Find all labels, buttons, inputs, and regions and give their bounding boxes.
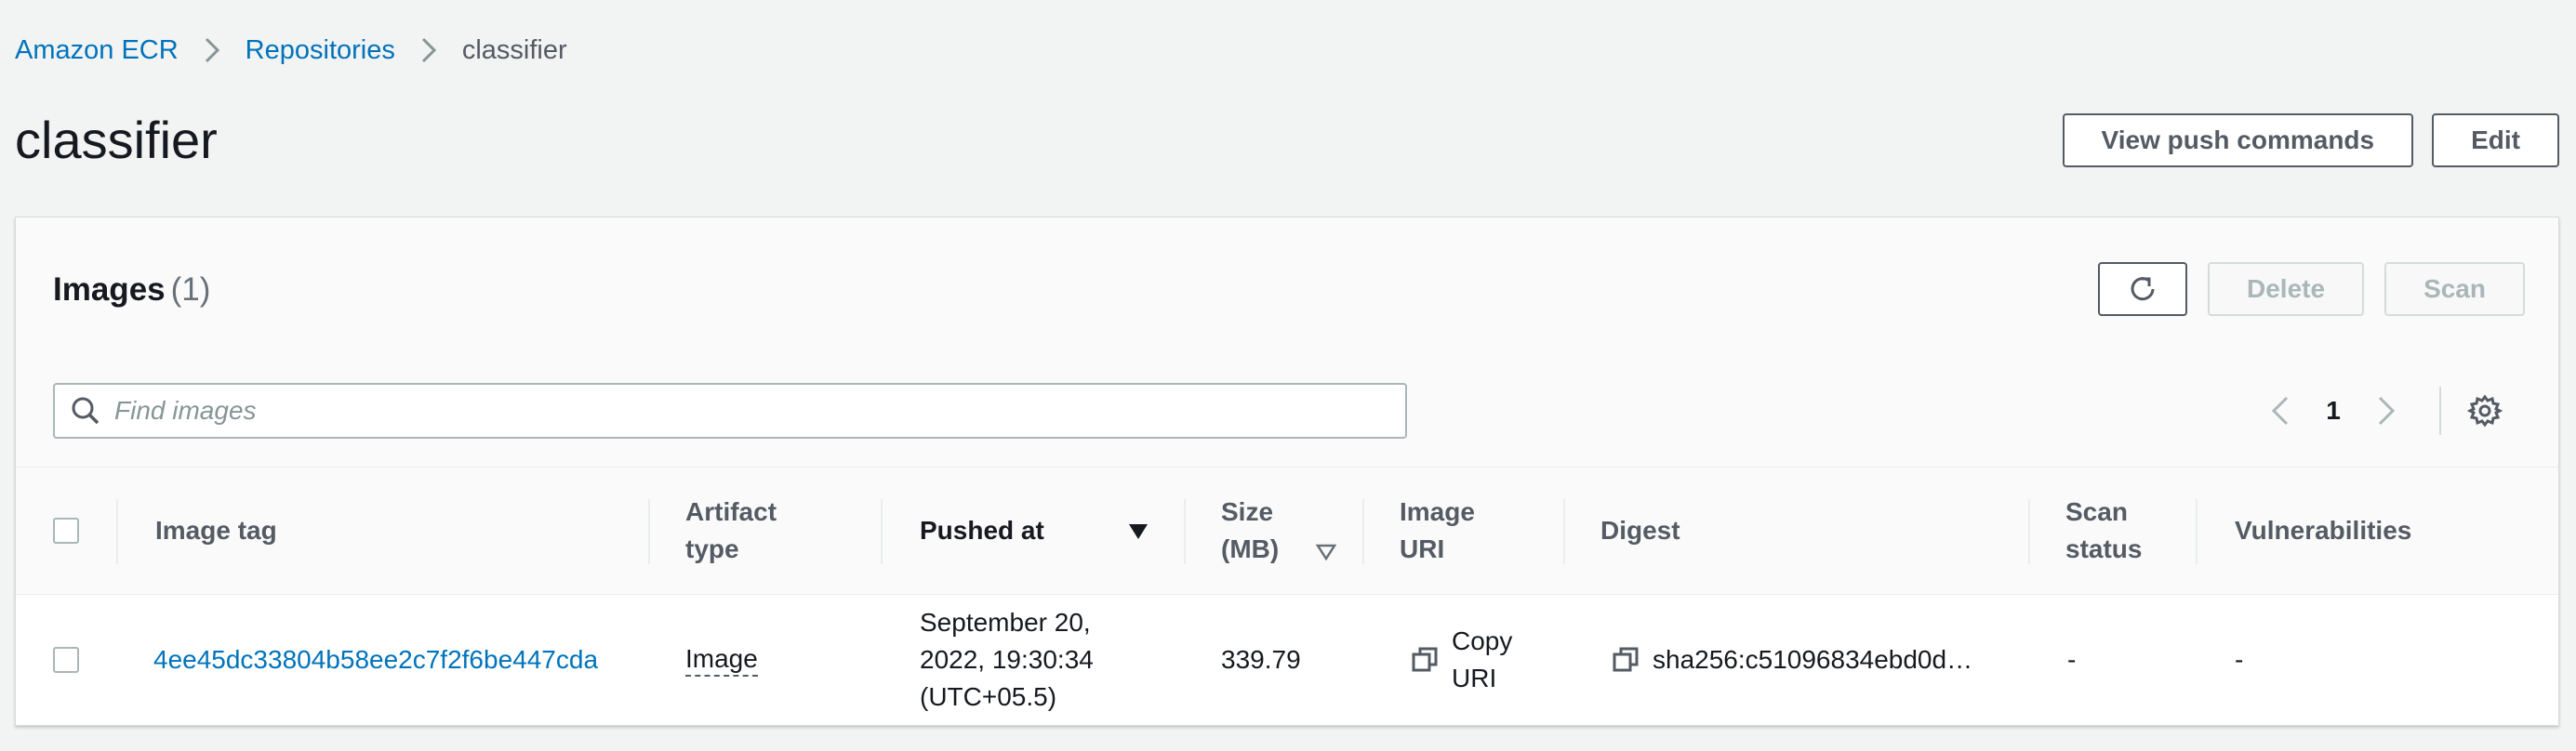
select-all-checkbox[interactable] [53, 518, 79, 544]
header-image-tag-label: Image tag [155, 516, 277, 545]
select-all-cell [53, 468, 79, 594]
header-artifact-type-line2: type [685, 534, 739, 563]
copy-uri-line1: Copy [1452, 626, 1513, 655]
column-divider [1563, 499, 1565, 564]
pushed-at-line1: September 20, [920, 608, 1091, 637]
size-value: 339.79 [1221, 645, 1301, 674]
image-tag-link[interactable]: 4ee45dc33804b58ee2c7f2f6be447cda [153, 595, 598, 725]
table-row: 4ee45dc33804b58ee2c7f2f6be447cda Image S… [16, 595, 2558, 725]
column-divider [1362, 499, 1364, 564]
header-vulnerabilities-label: Vulnerabilities [2235, 516, 2412, 545]
column-divider [648, 499, 650, 564]
row-select-cell [53, 595, 79, 725]
chevron-right-icon [395, 36, 462, 64]
header-image-uri-line1: Image [1400, 497, 1475, 526]
breadcrumb-current: classifier [461, 34, 567, 65]
header-scan-status: Scan status [2065, 468, 2142, 594]
view-push-commands-button[interactable]: View push commands [2062, 113, 2414, 167]
search-icon [72, 397, 100, 425]
panel-title-text: Images [53, 271, 166, 308]
delete-button[interactable]: Delete [2208, 262, 2365, 316]
header-digest: Digest [1600, 468, 1680, 594]
chevron-left-icon [2271, 396, 2289, 426]
header-image-uri: Image URI [1400, 468, 1475, 594]
breadcrumb: Amazon ECR Repositories classifier [15, 32, 567, 69]
panel-title: Images (1) [53, 271, 210, 309]
breadcrumb-repositories[interactable]: Repositories [246, 35, 395, 66]
sort-descending-icon[interactable] [1128, 523, 1149, 540]
header-scan-status-line2: status [2065, 534, 2143, 563]
pushed-at-cell: September 20, 2022, 19:30:34 (UTC+05.5) [920, 595, 1094, 725]
header-size-line1: Size [1221, 497, 1274, 526]
page-number[interactable]: 1 [2307, 396, 2359, 426]
scan-button[interactable]: Scan [2384, 262, 2525, 316]
sort-neutral-icon[interactable] [1316, 544, 1336, 560]
table-header: Image tag Artifact type Pushed at Size (… [16, 467, 2558, 595]
column-divider [2028, 499, 2030, 564]
copy-uri-button[interactable]: Copy URI [1411, 595, 1512, 725]
column-divider [2196, 499, 2198, 564]
refresh-button[interactable] [2098, 262, 2188, 316]
column-divider [116, 499, 118, 564]
header-vulnerabilities: Vulnerabilities [2235, 468, 2411, 594]
pushed-at-line2: 2022, 19:30:34 [920, 645, 1094, 674]
images-panel: Images(1) Delete Scan 1 [15, 217, 2559, 726]
edit-button[interactable]: Edit [2432, 113, 2559, 167]
chevron-right-icon [2378, 396, 2396, 426]
copy-icon [1412, 647, 1438, 672]
header-artifact-type[interactable]: Artifact type [685, 468, 777, 594]
image-count: (1) [170, 271, 211, 308]
artifact-type-cell: Image [685, 595, 758, 725]
header-digest-label: Digest [1600, 516, 1680, 545]
header-image-tag[interactable]: Image tag [155, 468, 277, 594]
refresh-icon [2131, 277, 2155, 301]
chevron-right-icon [179, 36, 246, 64]
pager-divider [2439, 387, 2441, 435]
artifact-type-value[interactable]: Image [685, 643, 758, 677]
gear-icon[interactable] [2467, 393, 2503, 428]
header-size-line2: (MB) [1221, 534, 1280, 563]
header-pushed-at-label: Pushed at [920, 516, 1044, 545]
row-checkbox[interactable] [53, 647, 79, 673]
copy-uri-line2: URI [1452, 664, 1497, 692]
digest-value: sha256:c51096834ebd0d… [1653, 645, 1973, 674]
prev-page-button[interactable] [2253, 395, 2307, 427]
digest-cell: sha256:c51096834ebd0d… [1612, 595, 1972, 725]
page-title: classifier [15, 111, 218, 169]
pushed-at-line3: (UTC+05.5) [920, 682, 1057, 711]
header-actions: View push commands Edit [2062, 113, 2559, 167]
search-input[interactable] [114, 396, 1370, 426]
breadcrumb-amazon-ecr[interactable]: Amazon ECR [15, 35, 179, 66]
panel-actions: Delete Scan [2098, 262, 2525, 316]
next-page-button[interactable] [2359, 395, 2413, 427]
vulnerabilities-value: - [2235, 645, 2244, 674]
header-image-uri-line2: URI [1400, 534, 1445, 563]
pagination: 1 [2253, 387, 2503, 435]
scan-status-value: - [2067, 645, 2077, 674]
header-size[interactable]: Size (MB) [1221, 468, 1279, 594]
copy-digest-icon[interactable] [1612, 646, 1640, 674]
column-divider [881, 499, 883, 564]
header-scan-status-line1: Scan [2065, 497, 2128, 526]
column-divider [1184, 499, 1186, 564]
header-artifact-type-line1: Artifact [685, 497, 777, 526]
search-box[interactable] [53, 383, 1407, 439]
header-pushed-at[interactable]: Pushed at [920, 468, 1044, 594]
